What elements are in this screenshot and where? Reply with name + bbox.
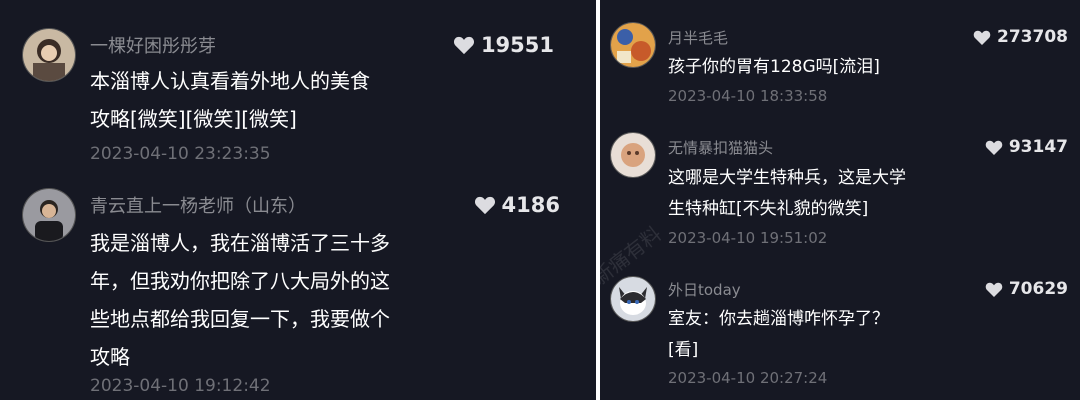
like-button[interactable]: 273708 [973, 27, 1068, 47]
like-count: 70629 [1008, 279, 1068, 299]
comment-item: 月半毛毛 273708 孩子你的胃有128G吗[流泪] 2023-04-10 1… [600, 0, 1080, 120]
comment-time: 2023-04-10 20:27:24 [668, 369, 828, 387]
comment-time: 2023-04-10 18:33:58 [668, 87, 828, 105]
user-avatar-photo-icon [23, 29, 75, 81]
user-avatar-photo-icon [23, 189, 75, 241]
comment-text: 本淄博人认真看着外地人的美食 攻略[微笑][微笑][微笑] [90, 69, 370, 131]
comment-list-right: 新痛有料 月半毛毛 273708 孩子你的胃有128G吗[流泪] 2023-04… [600, 0, 1080, 400]
username[interactable]: 一棵好困彤彤芽 [90, 32, 216, 58]
comment-time: 2023-04-10 19:12:42 [90, 376, 271, 396]
like-button[interactable]: 70629 [985, 279, 1068, 299]
comment-item: 一棵好困彤彤芽 19551 本淄博人认真看着外地人的美食 攻略[微笑][微笑][… [0, 0, 596, 180]
heart-icon [973, 29, 991, 46]
avatar[interactable] [610, 276, 656, 322]
comment-text: 室友：你去趟淄博咋怀孕了？ [看] [668, 309, 889, 360]
comment-time: 2023-04-10 23:23:35 [90, 144, 271, 164]
user-avatar-photo-icon [611, 23, 655, 67]
avatar[interactable] [22, 28, 76, 82]
heart-icon [985, 139, 1003, 156]
username[interactable]: 月半毛毛 [668, 27, 728, 48]
comment-item: 无情暴扣猫猫头 93147 这哪是大学生特种兵，这是大学 生特种缸[不失礼貌的微… [600, 120, 1080, 260]
like-count: 93147 [1008, 137, 1068, 157]
like-count: 4186 [501, 193, 560, 217]
comment-text: 我是淄博人，我在淄博活了三十多 年，但我劝你把除了八大局外的这 些地点都给我回复… [90, 231, 390, 369]
comment-list-left: 一棵好困彤彤芽 19551 本淄博人认真看着外地人的美食 攻略[微笑][微笑][… [0, 0, 596, 400]
avatar[interactable] [610, 22, 656, 68]
comment-item: 青云直上一杨老师（山东） 4186 我是淄博人，我在淄博活了三十多 年，但我劝你… [0, 180, 596, 400]
avatar[interactable] [610, 132, 656, 178]
like-button[interactable]: 93147 [985, 137, 1068, 157]
like-button[interactable]: 19551 [453, 33, 554, 57]
comment-text: 这哪是大学生特种兵，这是大学 生特种缸[不失礼貌的微笑] [668, 168, 906, 219]
like-button[interactable]: 4186 [474, 193, 560, 217]
user-avatar-photo-icon [611, 277, 655, 321]
like-count: 19551 [480, 33, 554, 57]
comment-text: 孩子你的胃有128G吗[流泪] [668, 57, 880, 77]
username[interactable]: 外日today [668, 279, 741, 300]
avatar[interactable] [22, 188, 76, 242]
heart-icon [453, 35, 475, 55]
username[interactable]: 青云直上一杨老师（山东） [90, 192, 306, 218]
username[interactable]: 无情暴扣猫猫头 [668, 137, 773, 158]
like-count: 273708 [997, 27, 1068, 47]
heart-icon [474, 195, 496, 215]
comment-time: 2023-04-10 19:51:02 [668, 229, 828, 247]
comment-item: 外日today 70629 室友：你去趟淄博咋怀孕了？ [看] 2023-04-… [600, 260, 1080, 400]
heart-icon [985, 281, 1003, 298]
user-avatar-photo-icon [611, 133, 655, 177]
